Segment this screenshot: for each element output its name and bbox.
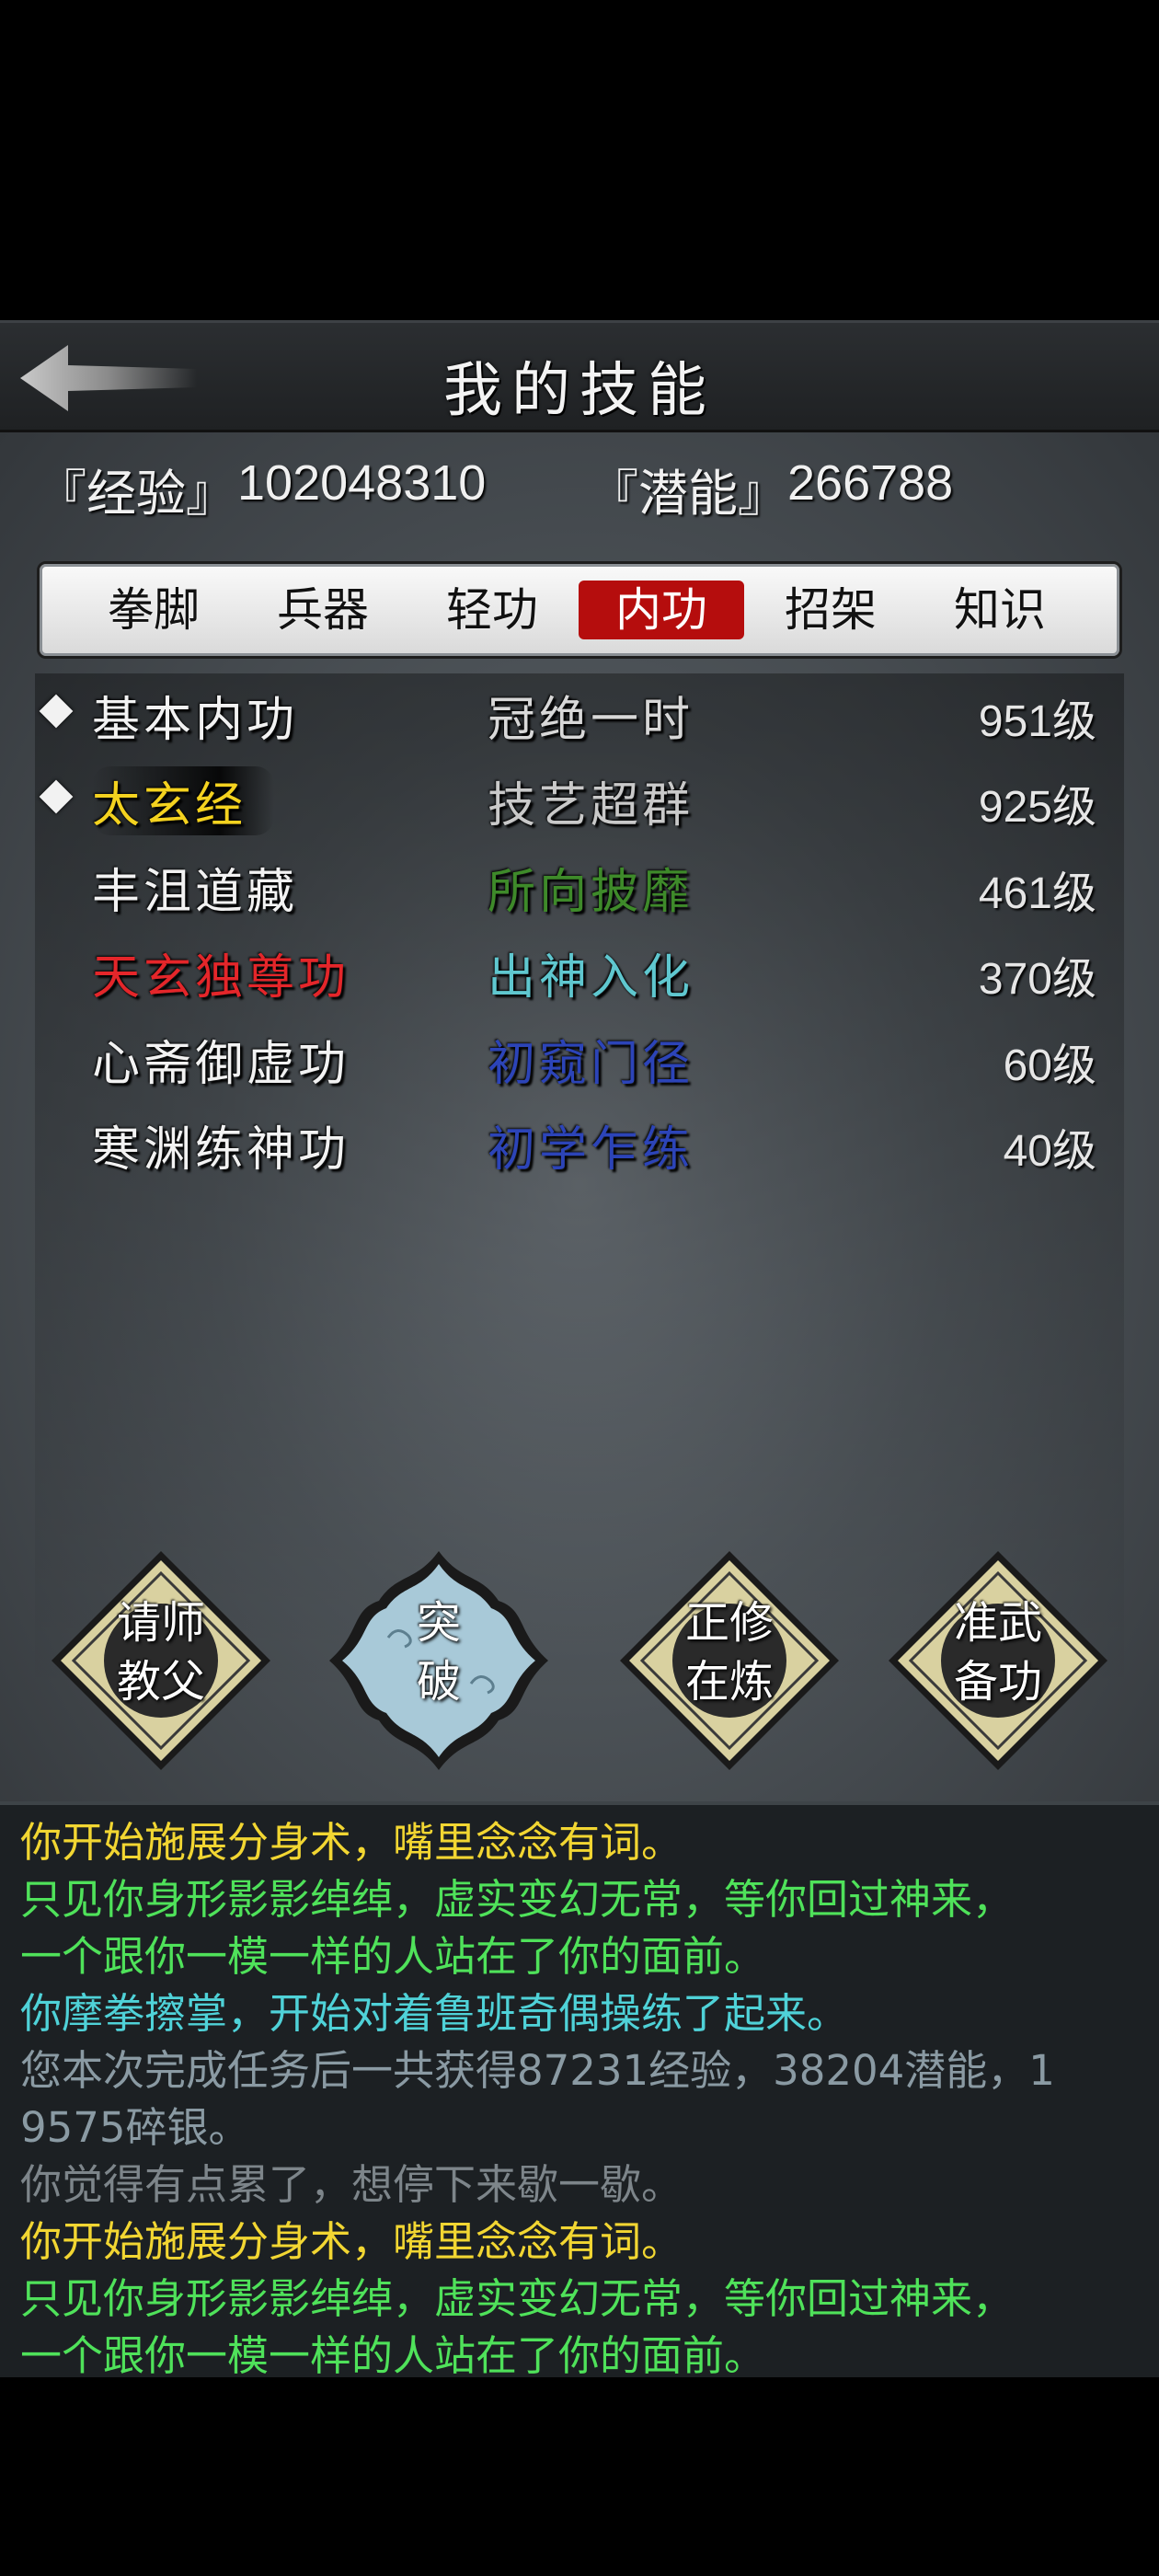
stats-bar: 『经验』 102048310 『潜能』 266788 <box>37 453 1141 523</box>
skill-grade: 461级 <box>978 869 1096 918</box>
log-line: 你开始施展分身术，嘴里念念有词。 <box>20 1818 683 1867</box>
page-title: 我的技能 <box>443 357 716 425</box>
label-line: 在炼 <box>684 1656 774 1708</box>
label-line: 教父 <box>116 1656 205 1708</box>
label-line: 正修 <box>684 1597 774 1649</box>
log-line: 您本次完成任务后一共获得87231经验，38204潜能，1 <box>20 2046 1055 2095</box>
log-line: 一个跟你一模一样的人站在了你的面前。 <box>20 2331 766 2380</box>
skill-row[interactable]: 太玄经 技艺超群 925级 <box>35 759 1124 842</box>
skill-row[interactable]: 基本内功 冠绝一时 951级 <box>35 673 1124 756</box>
breakthrough-button[interactable]: 突 破 <box>324 1546 554 1776</box>
skill-tab-bar: 拳脚 兵器 轻功 内功 招架 知识 <box>37 561 1122 659</box>
skill-row[interactable]: 心斋御虚功 初窥门径 60级 <box>35 1018 1124 1100</box>
skill-name: 天玄独尊功 <box>92 950 350 1006</box>
skill-grade: 60级 <box>1003 1041 1096 1090</box>
top-bar: 我的技能 <box>0 320 1159 432</box>
label-line: 备功 <box>953 1656 1042 1708</box>
skill-level: 所向披靡 <box>488 865 694 920</box>
ask-master-label: 请师 教父 <box>46 1593 276 1711</box>
exp-label: 『经验』 <box>37 465 235 523</box>
log-line: 你摩拳擦掌，开始对着鲁班奇偶操练了起来。 <box>20 1989 849 2038</box>
skill-row[interactable]: 寒渊练神功 初学乍练 40级 <box>35 1103 1124 1186</box>
log-line: 只见你身形影影绰绰，虚实变幻无常，等你回过神来， <box>20 1875 1015 1924</box>
skill-name: 太玄经 <box>92 766 275 835</box>
skill-level: 技艺超群 <box>488 778 694 834</box>
potential-label: 『潜能』 <box>589 465 787 523</box>
skill-name: 心斋御虚功 <box>92 1037 350 1092</box>
log-line: 9575碎银。 <box>20 2103 250 2152</box>
label-line: 准武 <box>953 1597 1042 1649</box>
label-line: 突 <box>416 1597 461 1649</box>
skill-name: 丰沮道藏 <box>92 865 299 920</box>
tab-weapon[interactable]: 兵器 <box>240 581 406 639</box>
tab-parry[interactable]: 招架 <box>748 581 913 639</box>
log-line: 一个跟你一模一样的人站在了你的面前。 <box>20 1932 766 1981</box>
skill-grade: 370级 <box>978 955 1096 1004</box>
skill-grade: 951级 <box>978 697 1096 746</box>
skill-level: 出神入化 <box>488 950 694 1006</box>
tab-internal[interactable]: 内功 <box>579 581 744 639</box>
prepare-martial-button[interactable]: 准武 备功 <box>883 1546 1113 1776</box>
app-root: 我的技能 『经验』 102048310 『潜能』 266788 拳脚 兵器 轻功… <box>0 0 1159 2576</box>
ask-master-button[interactable]: 请师 教父 <box>46 1546 276 1776</box>
potential-value: 266788 <box>787 455 954 511</box>
diamond-icon <box>39 694 74 729</box>
diamond-icon <box>39 779 74 814</box>
skill-row[interactable]: 丰沮道藏 所向披靡 461级 <box>35 845 1124 928</box>
skill-grade: 925级 <box>978 783 1096 832</box>
log-line: 你觉得有点累了，想停下来歇一歇。 <box>20 2160 683 2209</box>
skill-level: 初窥门径 <box>488 1037 694 1092</box>
message-log[interactable]: 你开始施展分身术，嘴里念念有词。 只见你身形影影绰绰，虚实变幻无常，等你回过神来… <box>0 1801 1159 2380</box>
skill-level: 初学乍练 <box>488 1122 694 1178</box>
cultivating-button[interactable]: 正修 在炼 <box>614 1546 844 1776</box>
breakthrough-label: 突 破 <box>324 1593 554 1711</box>
log-line: 你开始施展分身术，嘴里念念有词。 <box>20 2217 683 2266</box>
skill-level: 冠绝一时 <box>488 693 694 748</box>
skills-screen: 『经验』 102048310 『潜能』 266788 拳脚 兵器 轻功 内功 招… <box>0 432 1159 1801</box>
label-line: 破 <box>416 1656 461 1708</box>
tab-knowledge[interactable]: 知识 <box>917 581 1083 639</box>
tab-fist[interactable]: 拳脚 <box>71 581 236 639</box>
exp-value: 102048310 <box>237 455 487 511</box>
prepare-martial-label: 准武 备功 <box>883 1593 1113 1711</box>
skill-name: 寒渊练神功 <box>92 1122 350 1178</box>
label-line: 请师 <box>116 1597 205 1649</box>
cultivating-label: 正修 在炼 <box>614 1593 844 1711</box>
skill-row[interactable]: 天玄独尊功 出神入化 370级 <box>35 931 1124 1014</box>
tab-lightness[interactable]: 轻功 <box>409 581 575 639</box>
log-line: 只见你身形影影绰绰，虚实变幻无常，等你回过神来， <box>20 2274 1015 2323</box>
skill-grade: 40级 <box>1003 1127 1096 1176</box>
skill-name: 基本内功 <box>92 693 299 748</box>
